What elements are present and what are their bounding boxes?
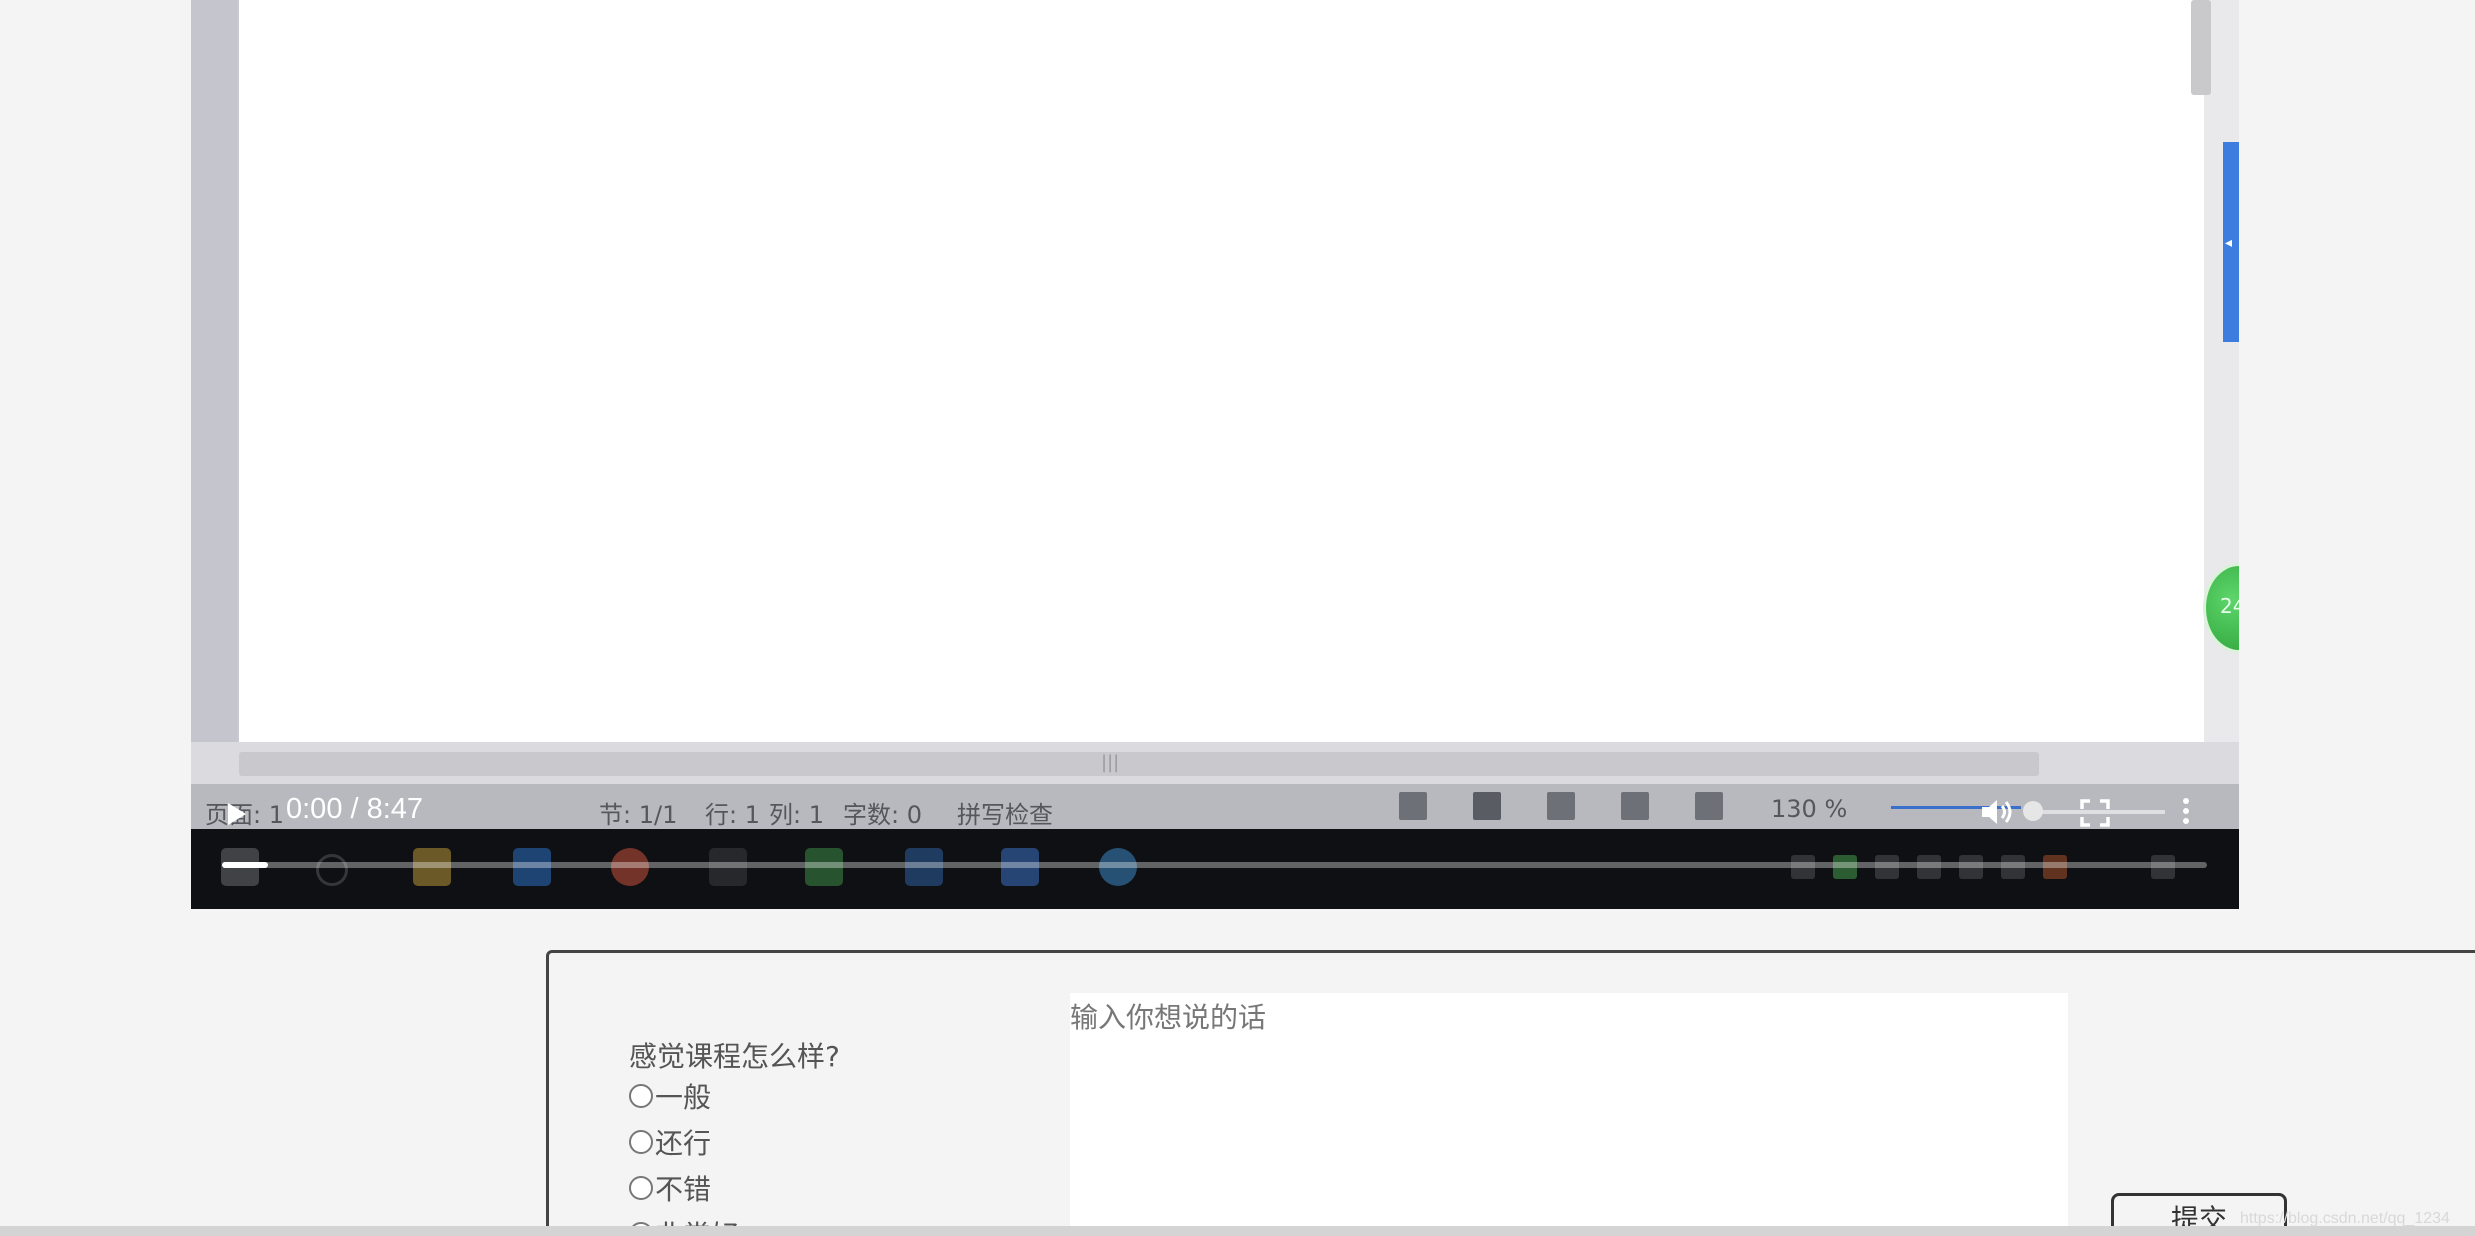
question-label: 感觉课程怎么样?: [629, 1040, 840, 1073]
status-spellcheck: 拼写检查: [957, 801, 1053, 829]
play-button[interactable]: [222, 797, 258, 831]
status-col: 列: 1: [769, 801, 824, 829]
message-textarea[interactable]: [1070, 993, 2068, 1236]
view-read-icon: [1695, 792, 1723, 820]
doc-page: [239, 0, 2204, 742]
volume-icon: [1982, 800, 2012, 824]
radio-option-3[interactable]: 不错: [629, 1170, 711, 1206]
status-wordcount: 字数: 0: [843, 801, 922, 829]
video-frame: ◂ 24 ||| 页面: 1 节: 1/1 行: 1 列: 1 字数: 0 拼写…: [191, 0, 2239, 909]
fullscreen-button[interactable]: [2078, 797, 2112, 829]
progress-bar[interactable]: [222, 862, 2207, 868]
view-web-icon: [1621, 792, 1649, 820]
more-options-icon-dot-2: [2183, 808, 2189, 814]
play-icon: [228, 803, 246, 825]
watermark: https://blog.csdn.net/qq_1234: [2240, 1210, 2450, 1227]
fullscreen-icon: [2080, 799, 2110, 827]
view-outline-icon: [1547, 792, 1575, 820]
radio-label: 一般: [655, 1081, 712, 1114]
time-display: 0:00 / 8:47: [286, 793, 424, 825]
radio-option-2[interactable]: 还行: [629, 1124, 711, 1160]
more-options-button[interactable]: [2176, 795, 2196, 829]
doc-vertical-scroll-thumb: [2191, 0, 2211, 95]
status-row: 行: 1: [705, 801, 760, 829]
volume-button[interactable]: [1978, 795, 2018, 829]
more-options-icon-dot-3: [2183, 818, 2189, 824]
status-section: 节: 1/1: [599, 801, 678, 829]
radio-button[interactable]: [629, 1084, 653, 1108]
video-player[interactable]: ◂ 24 ||| 页面: 1 节: 1/1 行: 1 列: 1 字数: 0 拼写…: [191, 0, 2239, 909]
radio-label: 还行: [655, 1127, 712, 1160]
radio-button[interactable]: [629, 1176, 653, 1200]
view-page-icon: [1473, 792, 1501, 820]
doc-left-margin: [191, 0, 237, 750]
page: ◂ 24 ||| 页面: 1 节: 1/1 行: 1 列: 1 字数: 0 拼写…: [0, 0, 2475, 1236]
more-options-icon: [2183, 798, 2189, 804]
floating-badge-label: 24: [2220, 594, 2239, 618]
volume-slider-handle[interactable]: [2023, 801, 2043, 821]
search-icon: [316, 854, 348, 886]
progress-buffered: [222, 862, 268, 868]
radio-option-1[interactable]: 一般: [629, 1078, 711, 1114]
horizontal-scrollbar[interactable]: [0, 1226, 2475, 1236]
radio-label: 不错: [655, 1173, 712, 1206]
grip-icon: |||: [1101, 752, 1120, 773]
radio-button[interactable]: [629, 1130, 653, 1154]
zoom-level: 130 %: [1771, 795, 1848, 823]
view-fullscreen-icon: [1399, 792, 1427, 820]
doc-horizontal-scroll-thumb: [239, 752, 2039, 776]
chevron-left-icon: ◂: [2225, 235, 2233, 251]
